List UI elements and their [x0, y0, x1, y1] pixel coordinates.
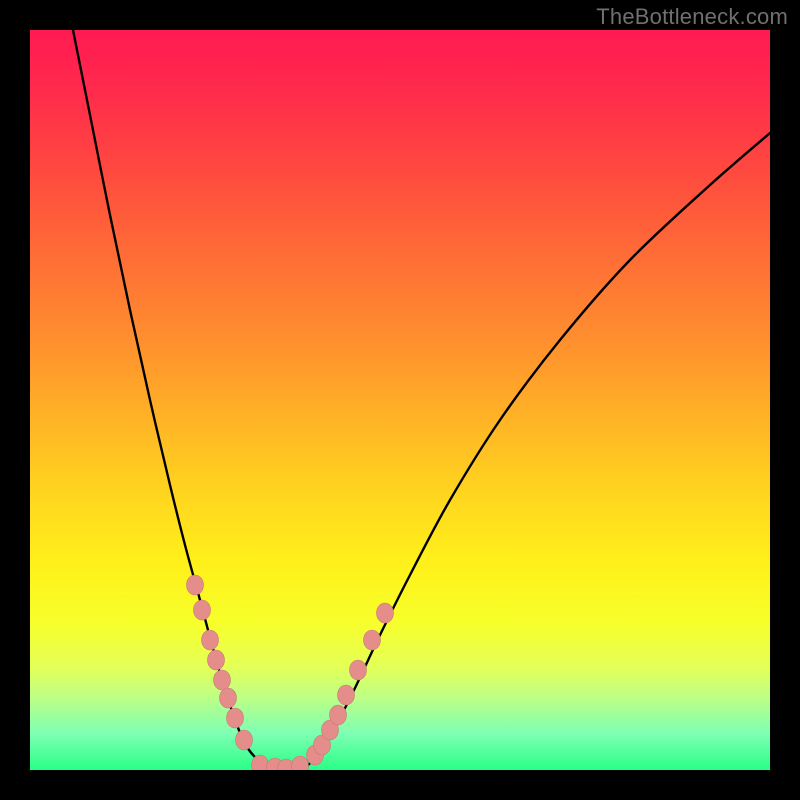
brand-label: TheBottleneck.com [596, 4, 788, 30]
data-marker [220, 688, 237, 708]
data-marker [350, 660, 367, 680]
data-marker [330, 705, 347, 725]
data-marker [214, 670, 231, 690]
data-marker [377, 603, 394, 623]
plot-area [30, 30, 770, 770]
data-marker [227, 708, 244, 728]
data-marker [194, 600, 211, 620]
data-marker [202, 630, 219, 650]
data-marker [208, 650, 225, 670]
chart-frame: TheBottleneck.com [0, 0, 800, 800]
bottleneck-curve [73, 30, 770, 769]
data-marker [364, 630, 381, 650]
chart-svg [30, 30, 770, 770]
data-markers [187, 575, 394, 770]
data-marker [236, 730, 253, 750]
data-marker [292, 756, 309, 770]
data-marker [338, 685, 355, 705]
data-marker [187, 575, 204, 595]
